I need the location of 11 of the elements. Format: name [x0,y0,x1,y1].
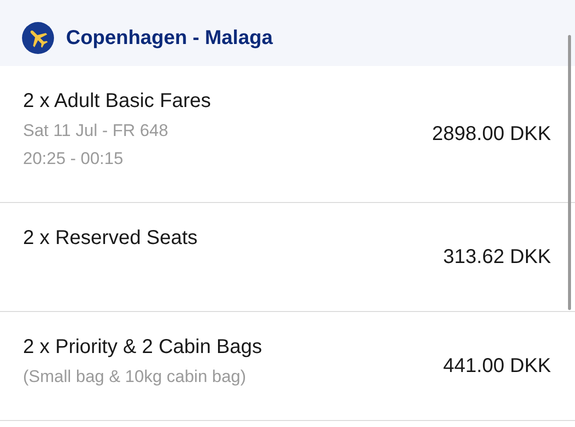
item-price: 441.00 DKK [443,354,551,378]
item-title: 2 x Reserved Seats [23,227,198,250]
item-title: 2 x Priority & 2 Cabin Bags [23,336,262,359]
item-price: 313.62 DKK [443,246,551,268]
item-title: 2 x Adult Basic Fares [23,90,211,113]
item-detail: (Small bag & 10kg cabin bag) [23,367,248,387]
airplane-icon [22,22,54,54]
item-detail: 20:25 - 00:15 [23,149,124,169]
item-price: 2898.00 DKK [432,122,551,146]
item-detail: Sat 11 Jul - FR 648 [23,121,170,141]
route-title: Copenhagen - Malaga [66,26,273,50]
